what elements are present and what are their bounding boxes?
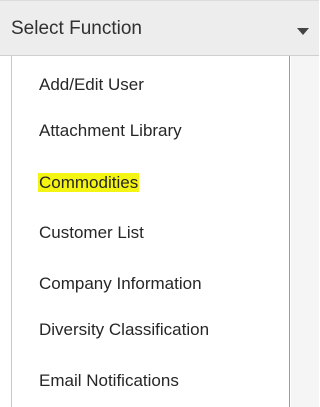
menu-item-add-edit-user[interactable]: Add/Edit User	[39, 74, 144, 96]
triangle-down-icon[interactable]	[297, 28, 309, 35]
dropdown-side-strip	[291, 56, 319, 407]
menu-item-label: Company Information	[39, 274, 202, 293]
menu-item-attachment-library[interactable]: Attachment Library	[39, 120, 182, 142]
menu-item-diversity-classification[interactable]: Diversity Classification	[39, 319, 209, 341]
menu-item-label: Attachment Library	[39, 121, 182, 140]
menu-item-email-notifications[interactable]: Email Notifications	[39, 370, 179, 392]
select-function-dropdown[interactable]: Select Function	[0, 0, 319, 56]
menu-item-label: Email Notifications	[39, 371, 179, 390]
menu-item-commodities[interactable]: Commodities	[38, 172, 140, 194]
menu-item-company-information[interactable]: Company Information	[39, 273, 202, 295]
function-menu: Add/Edit User Attachment Library Commodi…	[11, 56, 290, 407]
menu-item-customer-list[interactable]: Customer List	[39, 222, 144, 244]
page: Select Function Add/Edit User Attachment…	[0, 0, 319, 407]
menu-item-label: Diversity Classification	[39, 320, 210, 339]
menu-item-label: Commodities	[38, 173, 140, 192]
select-function-label: Select Function	[11, 18, 142, 39]
menu-item-label: Add/Edit User	[39, 75, 144, 94]
menu-item-label: Customer List	[39, 223, 144, 242]
